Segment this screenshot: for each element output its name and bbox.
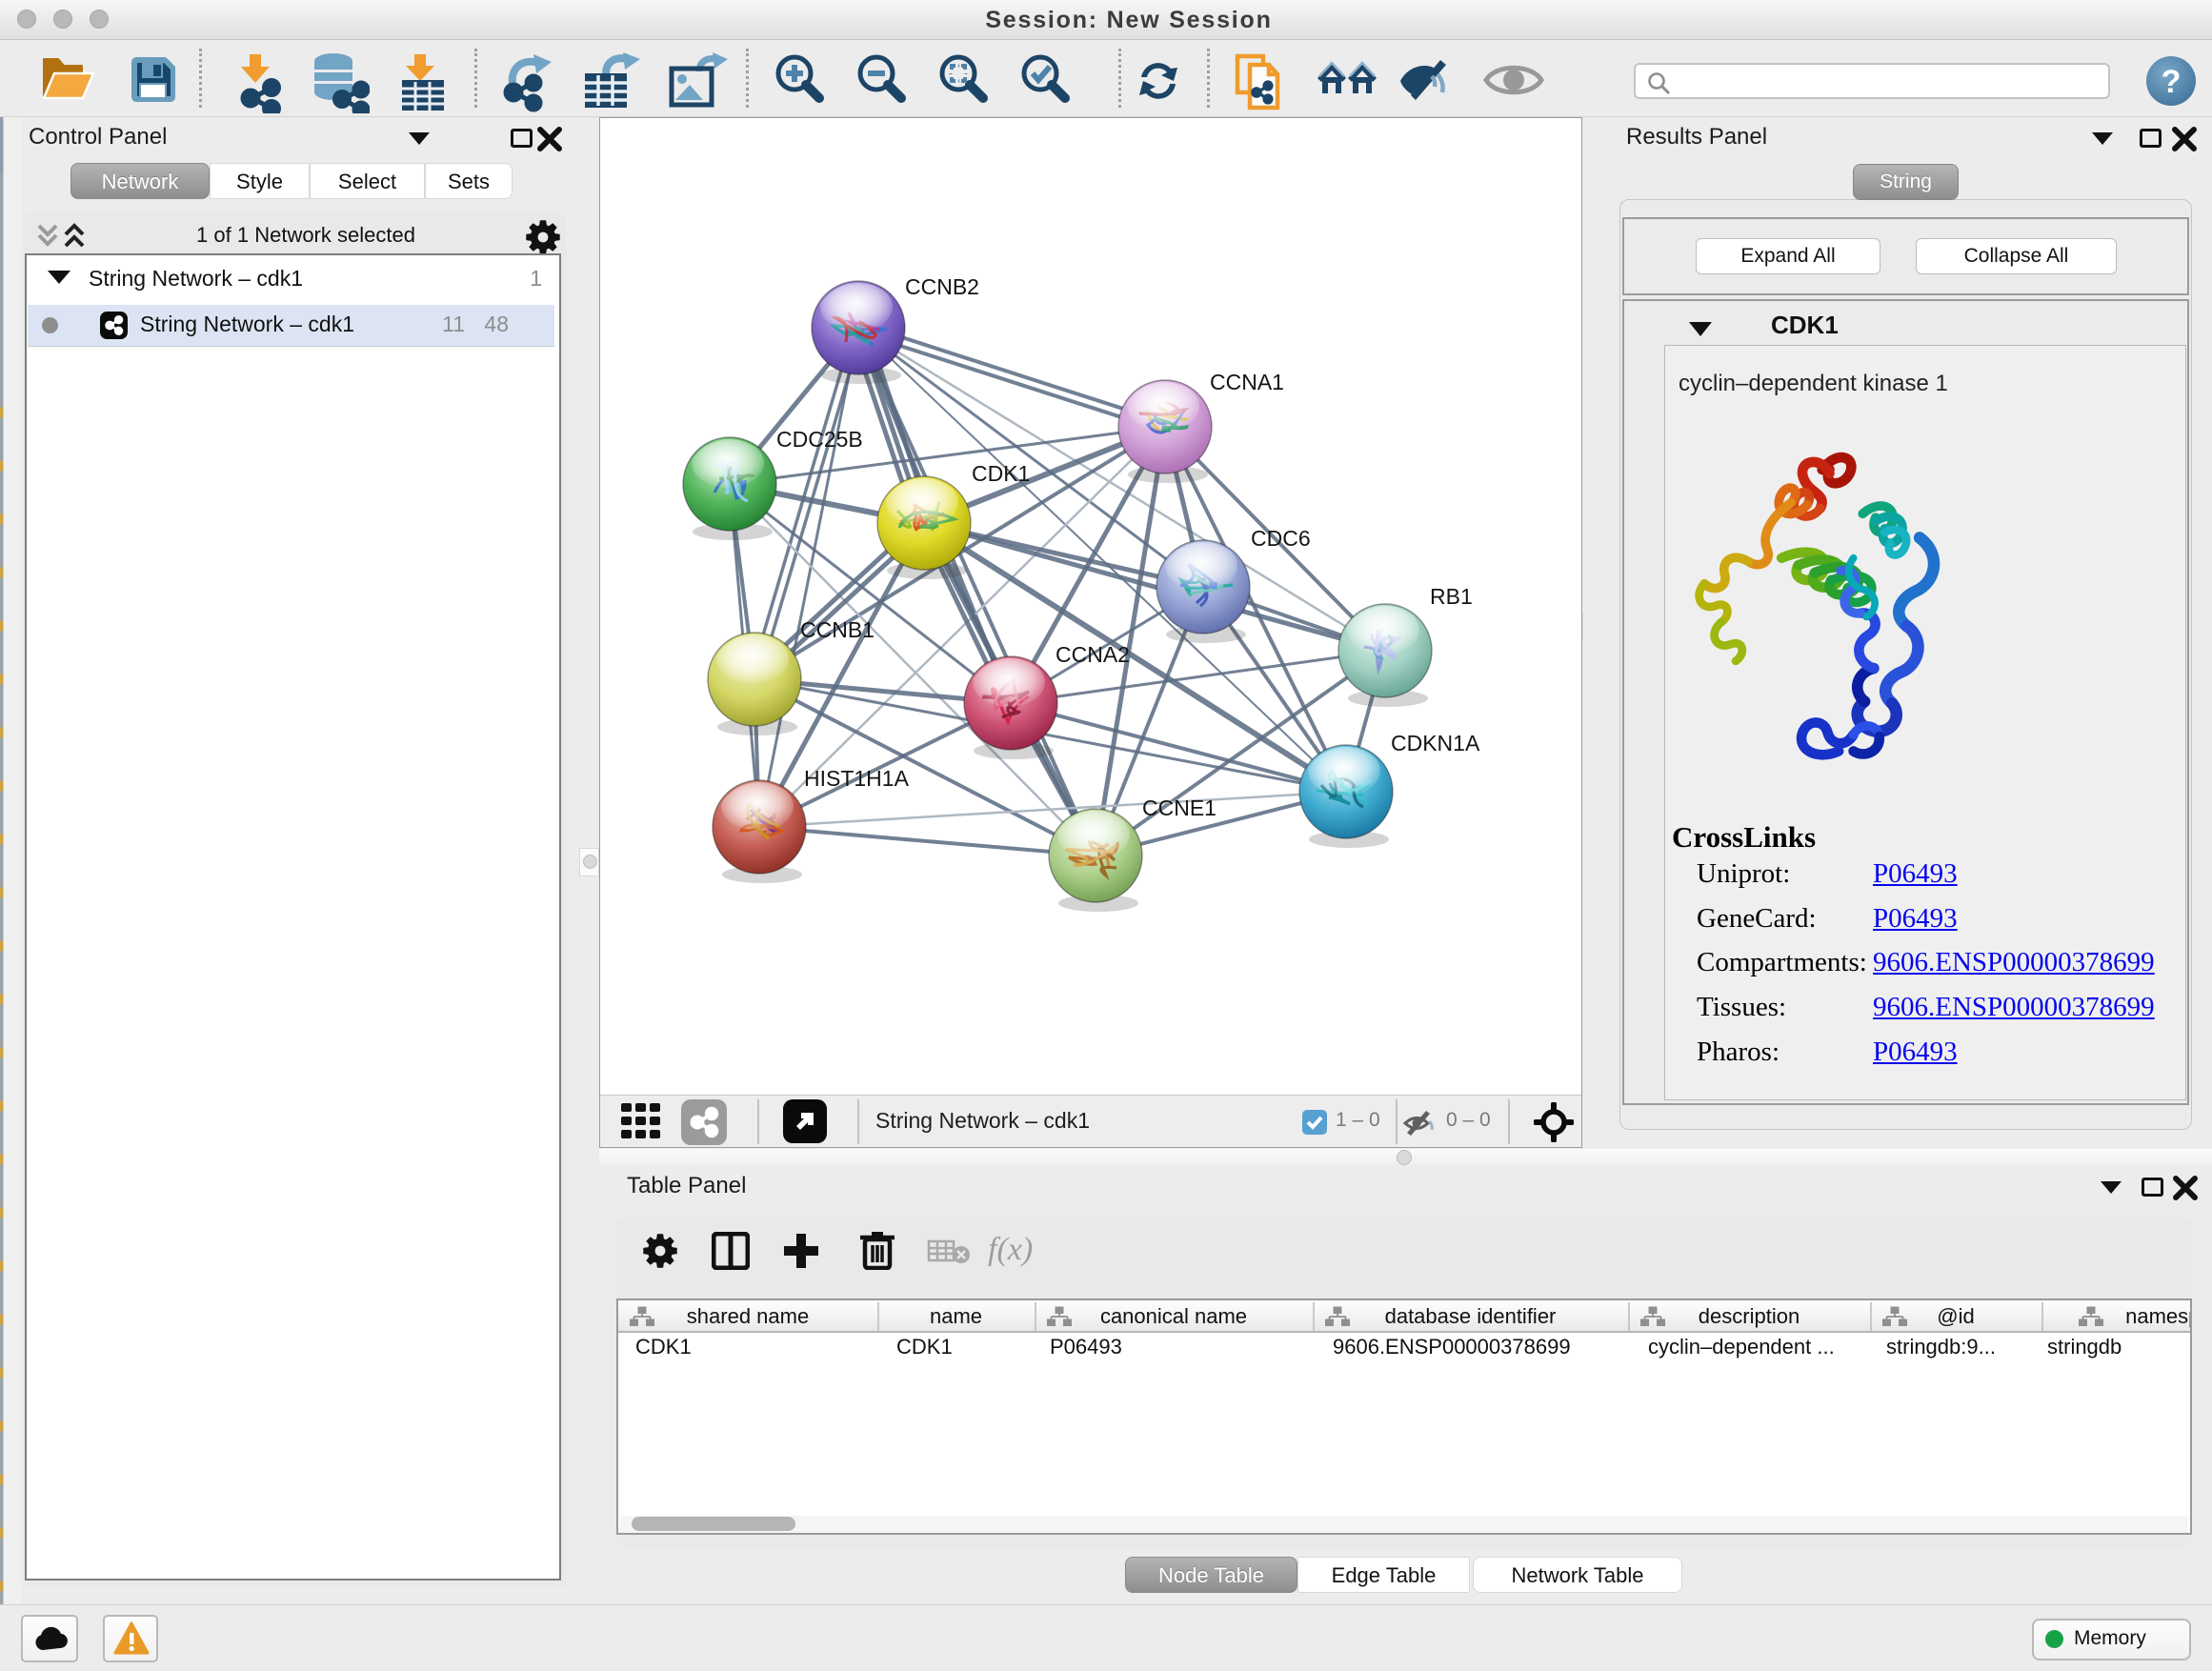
svg-text:CDK1: CDK1 <box>972 461 1030 486</box>
svg-text:CCNA1: CCNA1 <box>1210 370 1284 394</box>
svg-text:CCNE1: CCNE1 <box>1142 795 1217 820</box>
svg-text:CDKN1A: CDKN1A <box>1391 731 1480 755</box>
svg-text:?: ? <box>2162 64 2182 100</box>
svg-text:HIST1H1A: HIST1H1A <box>804 766 910 791</box>
svg-text:CDC6: CDC6 <box>1251 526 1311 551</box>
svg-text:CDC25B: CDC25B <box>776 427 863 452</box>
svg-text:CCNB1: CCNB1 <box>800 617 875 642</box>
svg-text:RB1: RB1 <box>1430 584 1473 609</box>
svg-text:CCNB2: CCNB2 <box>905 274 979 299</box>
svg-text:CCNA2: CCNA2 <box>1056 642 1130 667</box>
